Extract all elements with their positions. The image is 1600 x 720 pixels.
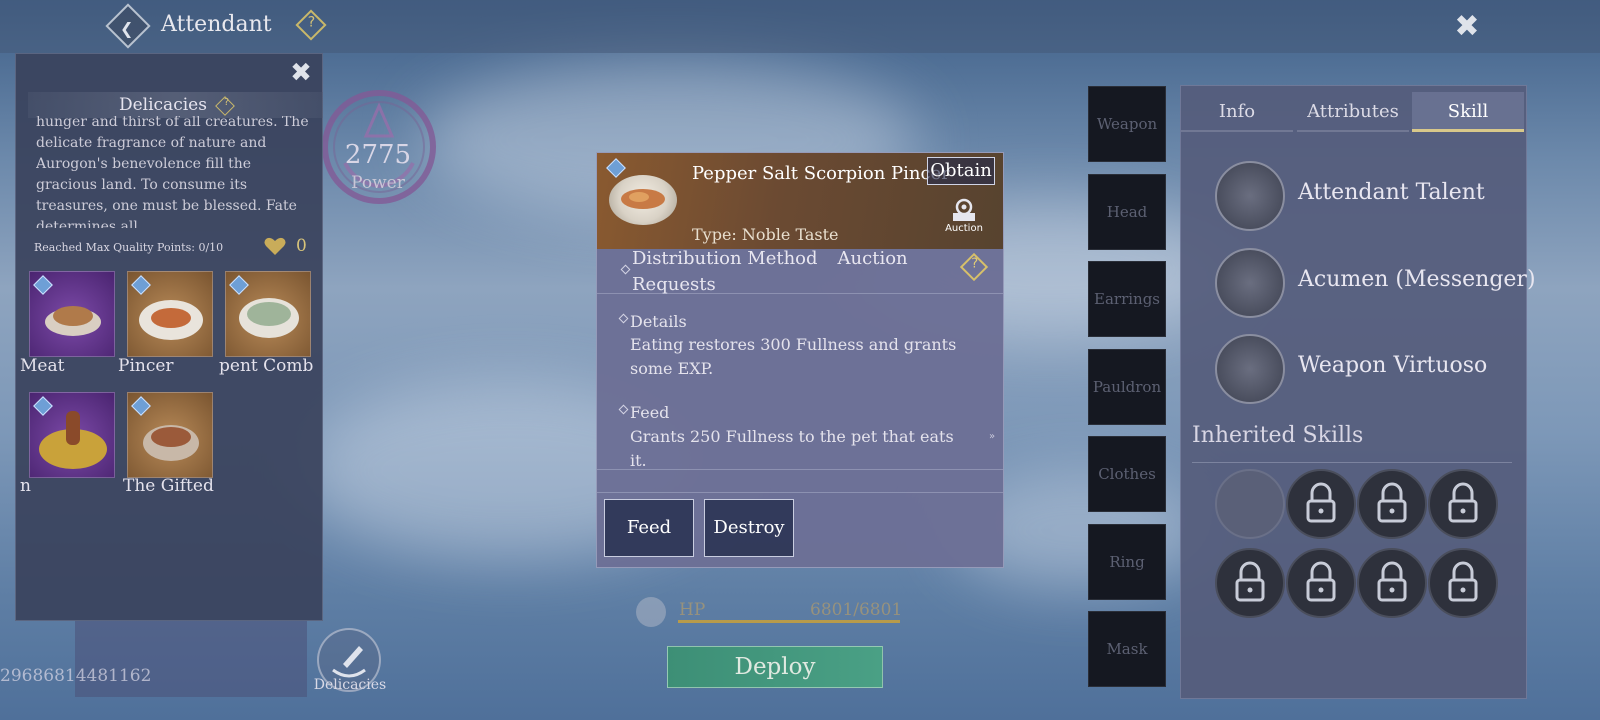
help-icon[interactable]: ? xyxy=(959,252,989,282)
weapon-skill-icon[interactable] xyxy=(1215,334,1285,404)
item-food-icon xyxy=(609,175,677,225)
inherited-skill-slot[interactable] xyxy=(1357,548,1427,618)
hp-drop-icon xyxy=(636,597,666,627)
food-item-slot[interactable] xyxy=(29,271,115,357)
inherited-skill-slot[interactable] xyxy=(1286,548,1356,618)
inherited-skill-slot[interactable] xyxy=(1428,548,1498,618)
lock-icon xyxy=(1377,482,1407,523)
deploy-button[interactable]: Deploy xyxy=(667,646,883,688)
equip-slot-weapon[interactable]: Weapon xyxy=(1088,86,1166,162)
details-heading: Details xyxy=(630,312,687,331)
inherited-skill-slot[interactable] xyxy=(1357,469,1427,539)
details-text: Eating restores 300 Fullness and grants … xyxy=(630,335,957,378)
talent-skill-icon[interactable] xyxy=(1215,161,1285,231)
lock-icon xyxy=(1448,561,1478,602)
distribution-label: Distribution Method xyxy=(632,248,818,269)
question-icon: ? xyxy=(307,14,316,31)
divider xyxy=(597,492,1003,493)
heart-icon xyxy=(264,237,286,255)
feed-button[interactable]: Feed xyxy=(604,499,694,557)
delicacies-title: Delicacies xyxy=(118,95,207,115)
lock-icon xyxy=(1306,561,1336,602)
divider xyxy=(1192,462,1512,463)
delicacies-title-row: Delicacies ? xyxy=(28,92,323,118)
account-id: 29686814481162 xyxy=(0,666,152,686)
food-item-label: pent Comb xyxy=(219,356,314,376)
tab-attributes[interactable]: Attributes xyxy=(1297,92,1409,132)
power-value: 2775 xyxy=(344,140,412,170)
hp-value: 6801/6801 xyxy=(810,600,903,620)
food-item-label: Pincer xyxy=(118,356,174,376)
inherited-skills-title: Inherited Skills xyxy=(1192,423,1364,448)
auction-label: Auction xyxy=(945,223,983,234)
distribution-value: Auction xyxy=(837,248,908,269)
delicacies-panel: ✖ Delicacies ? hunger and thirst of all … xyxy=(15,53,323,621)
divider xyxy=(597,469,1003,470)
food-item-label: n xyxy=(20,476,31,496)
feed-heading: Feed xyxy=(630,403,670,422)
food-item-slot[interactable] xyxy=(127,271,213,357)
divider xyxy=(597,293,1003,294)
auction-icon[interactable] xyxy=(950,197,978,223)
help-icon[interactable]: ? xyxy=(215,95,235,116)
hp-label: HP xyxy=(679,600,706,620)
distribution-method: Distribution Method Auction Requests xyxy=(632,246,952,298)
inherited-skill-slot[interactable] xyxy=(1215,469,1285,539)
tab-skill[interactable]: Skill xyxy=(1412,92,1524,132)
item-header: Pepper Salt Scorpion Pincer Obtain Type:… xyxy=(597,153,1003,249)
inherited-skill-slot[interactable] xyxy=(1428,469,1498,539)
heart-count: 0 xyxy=(296,236,307,256)
destroy-button[interactable]: Destroy xyxy=(704,499,794,557)
inherited-skill-slot[interactable] xyxy=(1215,548,1285,618)
skill-name: Attendant Talent xyxy=(1298,180,1485,205)
power-label: Power xyxy=(351,173,405,193)
food-item-slot[interactable] xyxy=(225,271,311,357)
hp-bar xyxy=(678,620,900,623)
acumen-skill-icon[interactable] xyxy=(1215,248,1285,318)
food-item-label: Meat xyxy=(20,356,65,376)
equip-slot-clothes[interactable]: Clothes xyxy=(1088,436,1166,512)
skill-name: Weapon Virtuoso xyxy=(1298,353,1488,378)
equip-slot-head[interactable]: Head xyxy=(1088,174,1166,250)
item-name: Pepper Salt Scorpion Pincer xyxy=(692,163,950,184)
attendant-detail-panel: Info Attributes Skill Attendant Talent A… xyxy=(1180,85,1536,699)
equip-slot-pauldron[interactable]: Pauldron xyxy=(1088,349,1166,425)
tab-info[interactable]: Info xyxy=(1181,92,1293,132)
obtain-button[interactable]: Obtain xyxy=(927,157,995,185)
item-detail-popup: Pepper Salt Scorpion Pincer Obtain Type:… xyxy=(596,152,1004,568)
lock-icon xyxy=(1235,561,1265,602)
equip-slot-mask[interactable]: Mask xyxy=(1088,611,1166,687)
lock-icon xyxy=(1306,482,1336,523)
close-icon[interactable]: ✖ xyxy=(286,58,316,88)
quality-points-text: Reached Max Quality Points: 0/10 xyxy=(34,241,224,254)
close-icon[interactable]: ✖ xyxy=(1452,12,1482,42)
item-type: Type: Noble Taste xyxy=(692,225,839,244)
lock-icon xyxy=(1377,561,1407,602)
lock-icon xyxy=(1448,482,1478,523)
equip-slot-ring[interactable]: Ring xyxy=(1088,524,1166,600)
scroll-down-icon[interactable]: » xyxy=(989,431,995,442)
page-title: Attendant xyxy=(161,12,272,37)
delicacies-description: hunger and thirst of all creatures. The … xyxy=(36,116,309,228)
food-item-slot[interactable] xyxy=(127,392,213,478)
requests-label: Requests xyxy=(632,274,716,295)
bullet-icon xyxy=(618,404,629,415)
chevron-left-icon: ❮ xyxy=(120,18,134,38)
equip-slot-earrings[interactable]: Earrings xyxy=(1088,261,1166,337)
feed-text: Grants 250 Fullness to the pet that eats… xyxy=(630,427,954,470)
bullet-icon xyxy=(618,313,629,324)
food-item-label: The Gifted xyxy=(123,476,214,496)
bullet-icon xyxy=(620,264,631,275)
delicacies-button-label: Delicacies xyxy=(313,677,387,693)
food-item-slot[interactable] xyxy=(29,392,115,478)
inherited-skill-slot[interactable] xyxy=(1286,469,1356,539)
skill-name: Acumen (Messenger) xyxy=(1298,267,1536,292)
